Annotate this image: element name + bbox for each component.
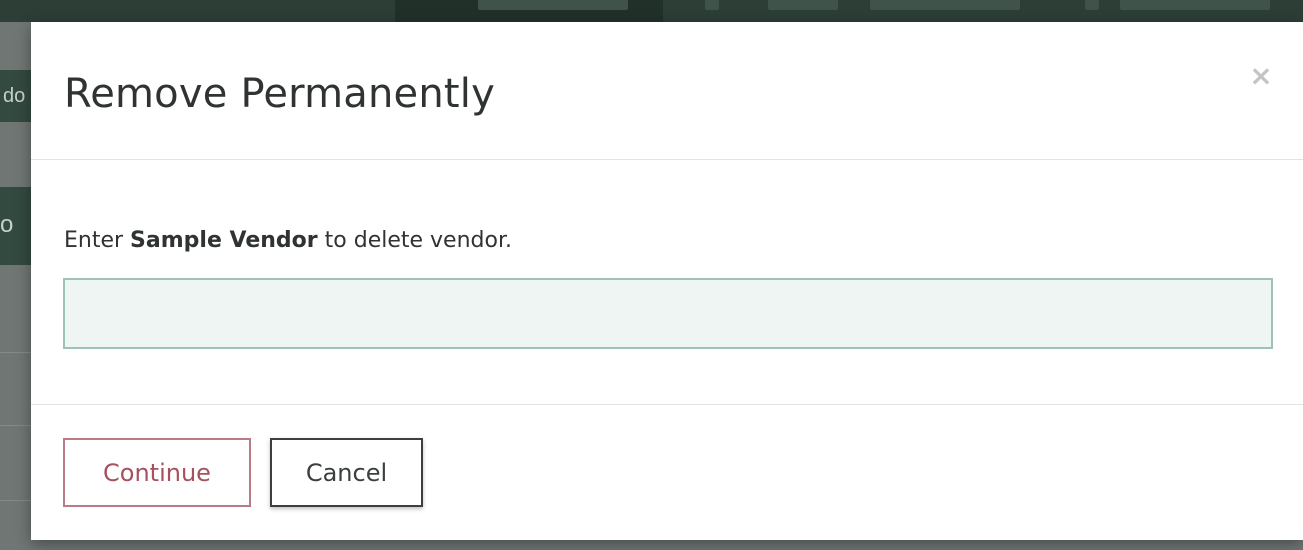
app-header-ghost-icon (1085, 0, 1099, 10)
vendor-name-confirm-input[interactable] (63, 278, 1273, 349)
close-button[interactable]: × (1243, 58, 1279, 94)
background-page-edge: do o (0, 22, 31, 550)
app-header-ghost-text (478, 0, 628, 10)
background-row-divider (0, 352, 31, 353)
app-header-ghost-icon (705, 0, 719, 10)
delete-instruction: Enter Sample Vendor to delete vendor. (64, 226, 512, 256)
instruction-prefix: Enter (64, 228, 131, 253)
instruction-suffix: to delete vendor. (317, 228, 512, 253)
app-header-ghost-text (1120, 0, 1270, 10)
modal-title: Remove Permanently (64, 71, 495, 117)
background-section-text: o (0, 211, 14, 238)
remove-permanently-modal: Remove Permanently × Enter Sample Vendor… (31, 22, 1303, 540)
modal-footer: Continue Cancel (31, 405, 1303, 541)
background-nav-text: do (3, 85, 26, 107)
background-row-divider (0, 425, 31, 426)
background-nav-item: do (0, 70, 31, 122)
modal-body: Enter Sample Vendor to delete vendor. (31, 160, 1303, 405)
background-row-divider (0, 500, 31, 501)
background-section-header: o (0, 187, 31, 265)
app-header-background (0, 0, 1303, 22)
app-header-ghost-text (870, 0, 1020, 10)
close-icon: × (1249, 59, 1273, 92)
modal-header: Remove Permanently × (31, 22, 1303, 160)
app-header-ghost-text (768, 0, 838, 10)
continue-button[interactable]: Continue (63, 438, 251, 507)
cancel-button[interactable]: Cancel (270, 438, 423, 507)
vendor-name: Sample Vendor (130, 228, 318, 253)
